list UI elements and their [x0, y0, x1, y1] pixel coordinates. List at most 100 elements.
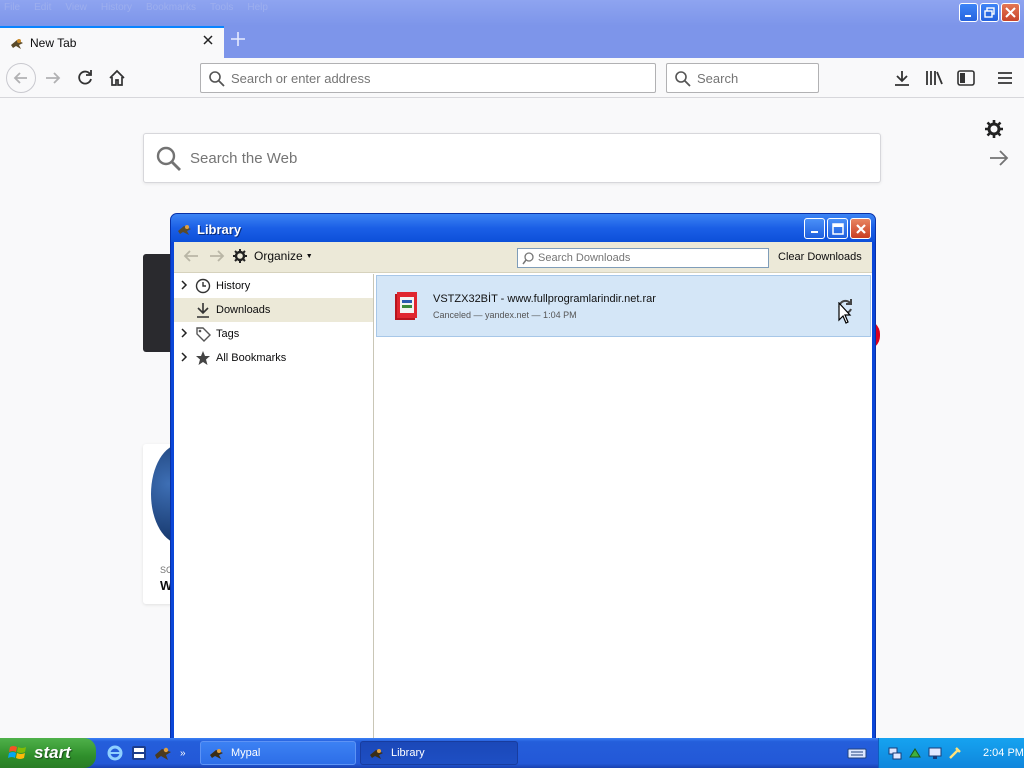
start-label: start	[34, 743, 71, 762]
library-icon	[926, 71, 943, 85]
back-arrow-icon[interactable]	[182, 248, 200, 264]
newtab-settings-button[interactable]	[984, 119, 1004, 142]
search-icon	[522, 252, 534, 265]
mouse-cursor-icon	[838, 302, 852, 324]
tab-close-button[interactable]	[202, 33, 214, 51]
tree-item-history[interactable]: History	[174, 274, 373, 298]
web-search-box[interactable]	[143, 133, 1009, 183]
menu-tools[interactable]: Tools	[210, 2, 233, 13]
taskbar-item-label: Mypal	[231, 747, 261, 759]
taskbar-item-mypal[interactable]: Mypal	[200, 741, 356, 765]
close-icon	[855, 223, 866, 234]
downloads-list: VSTZX32BİT - www.fullprogramlarindir.net…	[375, 274, 872, 740]
organize-menu-button[interactable]: Organize ▼	[232, 248, 313, 264]
close-window-button[interactable]	[1001, 3, 1020, 22]
menu-bookmarks[interactable]: Bookmarks	[146, 2, 196, 13]
minimize-icon	[810, 230, 818, 233]
tab-new-tab[interactable]: New Tab	[0, 26, 224, 58]
library-body: Organize ▼ Clear Downloads History	[174, 242, 872, 740]
chevron-more-icon[interactable]: »	[180, 748, 186, 759]
clock-icon	[194, 278, 212, 294]
internet-explorer-icon[interactable]	[106, 744, 124, 762]
tree-item-all-bookmarks[interactable]: All Bookmarks	[174, 346, 373, 370]
taskbar-item-label: Library	[391, 747, 425, 759]
library-title: Library	[197, 222, 242, 237]
highlight-card[interactable]: SC W	[143, 444, 173, 604]
keyboard-icon[interactable]	[846, 745, 868, 761]
tree-item-downloads[interactable]: Downloads	[174, 298, 373, 322]
restore-button[interactable]	[980, 3, 999, 22]
library-maximize-button[interactable]	[827, 218, 848, 239]
windows-logo-icon	[8, 746, 26, 759]
media-player-icon[interactable]	[130, 744, 148, 762]
sidebar-button[interactable]	[954, 66, 978, 90]
reload-button[interactable]	[73, 66, 97, 90]
menu-help[interactable]: Help	[247, 2, 268, 13]
tag-icon	[194, 326, 212, 342]
menu-file[interactable]: File	[4, 2, 20, 13]
chevron-right-icon[interactable]	[180, 351, 194, 365]
taskbar-clock[interactable]: 2:04 PM	[983, 747, 1024, 759]
library-button[interactable]	[922, 66, 946, 90]
menu-button[interactable]	[993, 66, 1017, 90]
downloads-button[interactable]	[890, 66, 914, 90]
download-item[interactable]: VSTZX32BİT - www.fullprogramlarindir.net…	[376, 275, 871, 337]
menu-bar: File Edit View History Bookmarks Tools H…	[4, 2, 268, 13]
menu-history[interactable]: History	[101, 2, 132, 13]
tree-item-label: All Bookmarks	[216, 352, 287, 364]
network-icon[interactable]	[887, 745, 903, 761]
chevron-right-icon[interactable]	[180, 327, 194, 341]
rar-archive-icon	[395, 292, 417, 320]
address-bar[interactable]	[200, 63, 656, 93]
tab-title: New Tab	[30, 36, 77, 50]
display-icon[interactable]	[927, 745, 943, 761]
library-close-button[interactable]	[850, 218, 871, 239]
menu-edit[interactable]: Edit	[34, 2, 51, 13]
tab-bar: New Tab	[0, 26, 1024, 58]
top-site-tile[interactable]	[143, 254, 173, 352]
mypal-launch-icon[interactable]	[154, 744, 172, 762]
address-input[interactable]	[231, 64, 631, 92]
taskbar: start » Mypal Library 2:04 PM	[0, 738, 1024, 768]
download-arrow-icon	[194, 302, 212, 318]
minimize-button[interactable]	[959, 3, 978, 22]
home-button[interactable]	[105, 66, 129, 90]
window-titlebar: File Edit View History Bookmarks Tools H…	[0, 0, 1024, 26]
tree-item-label: History	[216, 280, 251, 292]
tree-item-label: Downloads	[216, 304, 271, 316]
library-sidebar-tree: History Downloads Tags All Bookmarks	[174, 274, 374, 740]
library-minimize-button[interactable]	[804, 218, 825, 239]
mypal-favicon-icon	[11, 39, 23, 49]
library-window: Library Organize ▼ Search Downloads Clea…	[170, 213, 876, 743]
quick-launch: »	[106, 744, 186, 762]
library-titlebar[interactable]: Library	[171, 214, 875, 242]
new-tab-button[interactable]	[230, 28, 246, 52]
clear-downloads-button[interactable]: Clear Downloads	[778, 251, 862, 263]
close-icon	[1005, 7, 1016, 18]
close-icon	[203, 35, 213, 45]
organize-label: Organize	[254, 249, 303, 263]
download-arrow-icon	[895, 71, 909, 86]
search-downloads-input[interactable]	[538, 250, 764, 266]
back-button[interactable]	[6, 63, 36, 93]
menu-view[interactable]: View	[65, 2, 87, 13]
tree-item-tags[interactable]: Tags	[174, 322, 373, 346]
tool-icon[interactable]	[947, 745, 963, 761]
restore-icon	[984, 7, 995, 18]
start-button[interactable]: start	[0, 738, 96, 768]
search-downloads-box[interactable]	[517, 248, 769, 268]
arrow-right-icon[interactable]	[988, 148, 1010, 168]
search-bar[interactable]	[666, 63, 819, 93]
forward-arrow-icon	[46, 72, 61, 84]
forward-button[interactable]	[41, 66, 65, 90]
mypal-favicon-icon	[210, 749, 223, 759]
safely-remove-icon[interactable]	[907, 745, 923, 761]
minimize-icon	[965, 15, 971, 17]
mypal-favicon-icon	[178, 225, 191, 235]
chevron-right-icon[interactable]	[180, 279, 194, 293]
search-icon	[209, 71, 225, 87]
forward-arrow-icon[interactable]	[208, 248, 226, 264]
taskbar-item-library[interactable]: Library	[360, 741, 518, 765]
search-input[interactable]	[697, 64, 807, 92]
web-search-input[interactable]	[190, 146, 810, 170]
